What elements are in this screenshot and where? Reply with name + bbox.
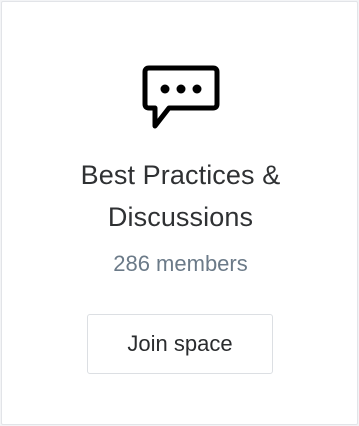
join-space-button[interactable]: Join space — [87, 314, 273, 374]
space-title: Best Practices & Discussions — [80, 160, 281, 232]
space-card: Best Practices & Discussions 286 members… — [1, 1, 358, 425]
member-count: 286 members — [113, 251, 248, 276]
speech-bubble-icon — [142, 65, 220, 129]
page: Best Practices & Discussions 286 members… — [0, 0, 359, 426]
